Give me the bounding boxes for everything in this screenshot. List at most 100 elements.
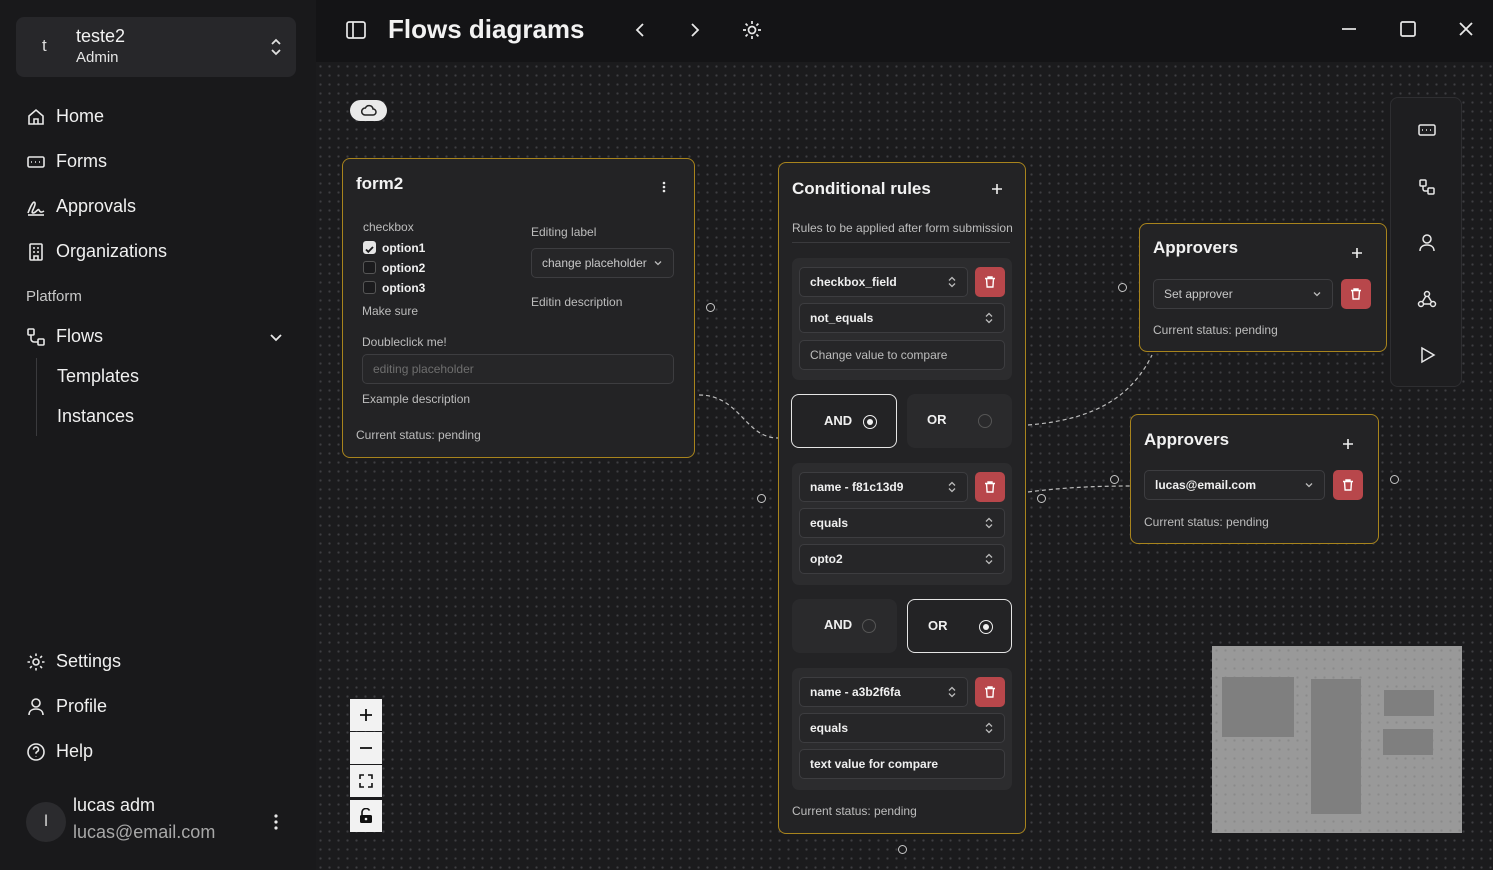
status-text: Current status: pending (1153, 323, 1278, 337)
or-label: OR (927, 412, 947, 427)
plus-icon (360, 709, 372, 721)
approver-select[interactable]: lucas@email.com (1144, 470, 1325, 500)
and-radio[interactable] (863, 415, 877, 429)
delete-rule-button[interactable] (975, 472, 1005, 502)
chevrons-up-down-icon (985, 312, 993, 324)
connection-handle[interactable] (1110, 475, 1119, 484)
chevron-down-icon (654, 261, 662, 266)
minimap-node (1384, 690, 1434, 716)
chevrons-up-down-icon (948, 276, 956, 288)
divider (792, 242, 1010, 243)
option2-checkbox[interactable] (363, 261, 376, 274)
webhook-tool-icon[interactable] (1417, 289, 1437, 309)
workflow-tool-icon[interactable] (1417, 177, 1437, 197)
minimap-node (1383, 729, 1433, 755)
option3-checkbox[interactable] (363, 281, 376, 294)
or-toggle[interactable]: OR (907, 394, 1012, 448)
rule-value: opto2 (810, 552, 843, 566)
option-label: option3 (382, 281, 426, 295)
option-label: option1 (382, 241, 426, 255)
user-tool-icon[interactable] (1417, 233, 1437, 253)
node-toolbar (1390, 97, 1462, 387)
form-node-title: form2 (356, 174, 404, 193)
rule-field-value: name - a3b2f6fa (810, 685, 901, 699)
form-node-tool-icon[interactable] (1417, 120, 1437, 140)
approver-select-value: lucas@email.com (1155, 478, 1257, 492)
option1-checkbox[interactable] (363, 241, 376, 254)
and-toggle[interactable]: AND (791, 394, 897, 448)
add-approver-icon[interactable] (1341, 435, 1355, 456)
rule-value-input[interactable]: text value for compare (799, 749, 1005, 779)
connection-handle[interactable] (706, 303, 715, 312)
rule-value-input[interactable]: Change value to compare (799, 340, 1005, 370)
chevron-down-icon (1313, 292, 1321, 297)
minimap-node (1311, 679, 1361, 814)
chevrons-up-down-icon (985, 722, 993, 734)
rule-operator-value: equals (810, 516, 849, 530)
rule-operator-value: not_equals (810, 311, 874, 325)
select-label: Editing label (531, 225, 597, 239)
minimap[interactable] (1212, 646, 1462, 833)
chevrons-up-down-icon (948, 481, 956, 493)
approver-select-value: Set approver (1164, 287, 1233, 301)
rule-field-select[interactable]: checkbox_field (799, 267, 968, 297)
minimap-node (1222, 677, 1294, 737)
cloud-sync-button[interactable] (350, 100, 387, 121)
approvers-title: Approvers (1144, 430, 1230, 449)
and-label: AND (824, 413, 853, 428)
trash-icon (985, 481, 995, 493)
connection-handle[interactable] (1118, 283, 1127, 292)
text-input-placeholder: editing placeholder (373, 362, 474, 376)
delete-approver-button[interactable] (1341, 279, 1371, 309)
delete-approver-button[interactable] (1333, 470, 1363, 500)
connection-handle[interactable] (1037, 494, 1046, 503)
rule-value-placeholder: Change value to compare (810, 348, 948, 362)
trash-icon (985, 686, 995, 698)
zoom-in-button[interactable] (350, 699, 382, 731)
text-field-label: Doubleclick me! (362, 335, 447, 349)
lock-button[interactable] (350, 800, 382, 832)
connection-handle[interactable] (757, 494, 766, 503)
select-value: change placeholder (542, 256, 647, 270)
play-tool-icon[interactable] (1417, 345, 1437, 365)
trash-icon (1343, 479, 1353, 491)
or-label: OR (928, 618, 948, 633)
chevrons-up-down-icon (985, 517, 993, 529)
trash-icon (985, 276, 995, 288)
text-input[interactable]: editing placeholder (362, 354, 674, 384)
approver-select[interactable]: Set approver (1153, 279, 1333, 309)
placeholder-select[interactable]: change placeholder (531, 248, 674, 278)
or-radio[interactable] (979, 620, 993, 634)
connection-handle[interactable] (1390, 475, 1399, 484)
fit-view-button[interactable] (350, 765, 382, 797)
checkbox-label: checkbox (363, 220, 414, 234)
rule-field-select[interactable]: name - a3b2f6fa (799, 677, 968, 707)
checkbox-description: Make sure (362, 304, 419, 318)
rule-operator-select[interactable]: equals (799, 508, 1005, 538)
more-vertical-icon[interactable] (660, 180, 668, 199)
add-rule-icon[interactable] (990, 180, 1004, 201)
text-field-description: Example description (362, 392, 471, 406)
chevron-down-icon (1305, 483, 1313, 488)
rule-operator-select[interactable]: equals (799, 713, 1005, 743)
and-label: AND (824, 617, 853, 632)
rule-field-value: name - f81c13d9 (810, 480, 904, 494)
trash-icon (1351, 288, 1361, 300)
rule-field-select[interactable]: name - f81c13d9 (799, 472, 968, 502)
and-radio[interactable] (862, 619, 876, 633)
status-text: Current status: pending (1144, 515, 1269, 529)
rule-operator-select[interactable]: not_equals (799, 303, 1005, 333)
and-toggle[interactable]: AND (792, 599, 897, 653)
chevrons-up-down-icon (948, 686, 956, 698)
rule-value: text value for compare (810, 757, 939, 771)
zoom-out-button[interactable] (350, 732, 382, 764)
rule-value-select[interactable]: opto2 (799, 544, 1005, 574)
connection-handle[interactable] (898, 845, 907, 854)
delete-rule-button[interactable] (975, 267, 1005, 297)
minus-icon (360, 747, 372, 749)
delete-rule-button[interactable] (975, 677, 1005, 707)
fullscreen-icon (359, 774, 373, 788)
add-approver-icon[interactable] (1350, 244, 1364, 265)
or-toggle[interactable]: OR (907, 599, 1012, 653)
or-radio[interactable] (978, 414, 992, 428)
